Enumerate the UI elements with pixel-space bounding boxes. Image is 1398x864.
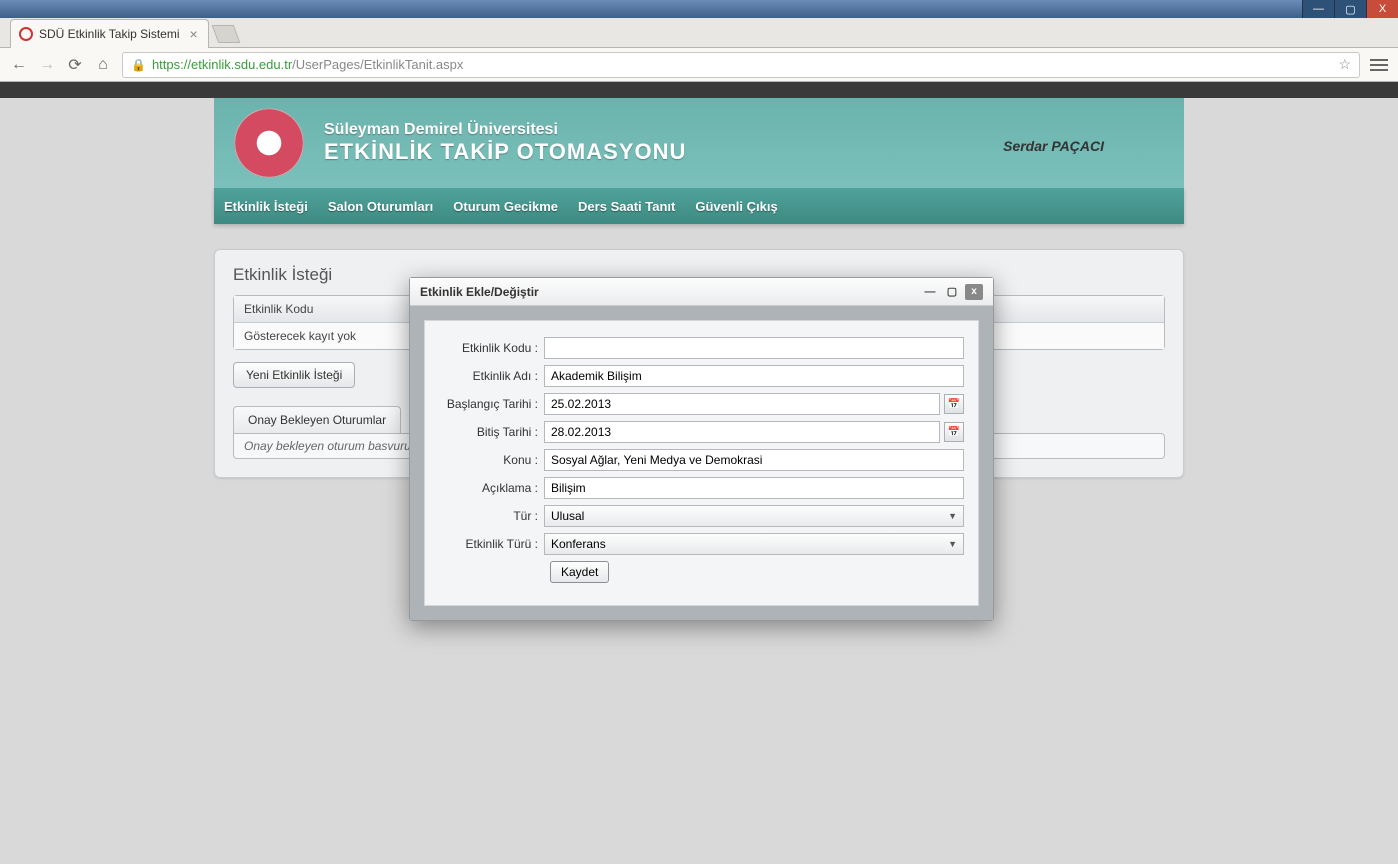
- input-aciklama[interactable]: [544, 477, 964, 499]
- favicon-icon: [19, 27, 33, 41]
- nav-ders-saati-tanit[interactable]: Ders Saati Tanıt: [578, 199, 675, 214]
- nav-etkinlik-istegi[interactable]: Etkinlik İsteği: [224, 199, 308, 214]
- university-logo-icon: SDÜ: [234, 108, 304, 178]
- bookmark-star-icon[interactable]: ☆: [1338, 56, 1351, 73]
- forward-button[interactable]: →: [38, 56, 56, 74]
- window-maximize-button[interactable]: ▢: [1334, 0, 1366, 18]
- nav-salon-oturumlari[interactable]: Salon Oturumları: [328, 199, 433, 214]
- tab-title: SDÜ Etkinlik Takip Sistemi: [39, 27, 179, 41]
- input-konu[interactable]: [544, 449, 964, 471]
- back-button[interactable]: ←: [10, 56, 28, 74]
- window-minimize-button[interactable]: —: [1302, 0, 1334, 18]
- university-name: Süleyman Demirel Üniversitesi: [324, 121, 686, 139]
- input-bitis-tarihi[interactable]: [544, 421, 940, 443]
- main-nav: Etkinlik İsteği Salon Oturumları Oturum …: [214, 188, 1184, 224]
- home-button[interactable]: ⌂: [94, 56, 112, 74]
- label-konu: Konu :: [439, 453, 544, 467]
- calendar-icon[interactable]: 📅: [944, 394, 964, 414]
- select-tur[interactable]: Ulusal ▼: [544, 505, 964, 527]
- app-title: ETKİNLİK TAKİP OTOMASYONU: [324, 139, 686, 165]
- modal-maximize-icon[interactable]: ▢: [943, 284, 961, 300]
- label-etkinlik-turu: Etkinlik Türü :: [439, 537, 544, 551]
- url-text: https://etkinlik.sdu.edu.tr/UserPages/Et…: [152, 57, 463, 72]
- new-tab-button[interactable]: [211, 25, 240, 43]
- nav-oturum-gecikme[interactable]: Oturum Gecikme: [453, 199, 558, 214]
- select-tur-value: Ulusal: [551, 509, 584, 523]
- modal-title-text: Etkinlik Ekle/Değiştir: [420, 285, 539, 299]
- chevron-down-icon: ▼: [948, 539, 957, 549]
- kaydet-button[interactable]: Kaydet: [550, 561, 609, 583]
- modal-minimize-icon[interactable]: —: [921, 284, 939, 300]
- browser-tab-strip: SDÜ Etkinlik Takip Sistemi ×: [0, 18, 1398, 48]
- browser-tab[interactable]: SDÜ Etkinlik Takip Sistemi ×: [10, 19, 209, 48]
- new-etkinlik-button[interactable]: Yeni Etkinlik İsteği: [233, 362, 355, 388]
- address-bar[interactable]: 🔒 https://etkinlik.sdu.edu.tr/UserPages/…: [122, 52, 1360, 78]
- etkinlik-ekle-modal: Etkinlik Ekle/Değiştir — ▢ x Etkinlik Ko…: [409, 277, 994, 621]
- tab-onay-bekleyen[interactable]: Onay Bekleyen Oturumlar: [233, 406, 401, 433]
- label-baslangic-tarihi: Başlangıç Tarihi :: [439, 397, 544, 411]
- input-baslangic-tarihi[interactable]: [544, 393, 940, 415]
- calendar-icon[interactable]: 📅: [944, 422, 964, 442]
- os-titlebar: — ▢ X: [0, 0, 1398, 18]
- lock-icon: 🔒: [131, 58, 146, 72]
- label-etkinlik-kodu: Etkinlik Kodu :: [439, 341, 544, 355]
- select-etkinlik-turu-value: Konferans: [551, 537, 606, 551]
- logged-in-user: Serdar PAÇACI: [1003, 138, 1104, 154]
- label-aciklama: Açıklama :: [439, 481, 544, 495]
- label-bitis-tarihi: Bitiş Tarihi :: [439, 425, 544, 439]
- chevron-down-icon: ▼: [948, 511, 957, 521]
- modal-titlebar[interactable]: Etkinlik Ekle/Değiştir — ▢ x: [410, 278, 993, 306]
- label-tur: Tür :: [439, 509, 544, 523]
- modal-close-icon[interactable]: x: [965, 284, 983, 300]
- input-etkinlik-adi[interactable]: [544, 365, 964, 387]
- page-viewport: SDÜ Süleyman Demirel Üniversitesi ETKİNL…: [0, 82, 1398, 864]
- label-etkinlik-adi: Etkinlik Adı :: [439, 369, 544, 383]
- browser-menu-button[interactable]: [1370, 56, 1388, 74]
- browser-toolbar: ← → ⟳ ⌂ 🔒 https://etkinlik.sdu.edu.tr/Us…: [0, 48, 1398, 82]
- site-header: SDÜ Süleyman Demirel Üniversitesi ETKİNL…: [214, 98, 1184, 188]
- input-etkinlik-kodu[interactable]: [544, 337, 964, 359]
- reload-button[interactable]: ⟳: [66, 56, 84, 74]
- window-close-button[interactable]: X: [1366, 0, 1398, 18]
- tab-close-icon[interactable]: ×: [189, 26, 197, 42]
- top-dark-strip: [0, 82, 1398, 98]
- select-etkinlik-turu[interactable]: Konferans ▼: [544, 533, 964, 555]
- nav-guvenli-cikis[interactable]: Güvenli Çıkış: [695, 199, 777, 214]
